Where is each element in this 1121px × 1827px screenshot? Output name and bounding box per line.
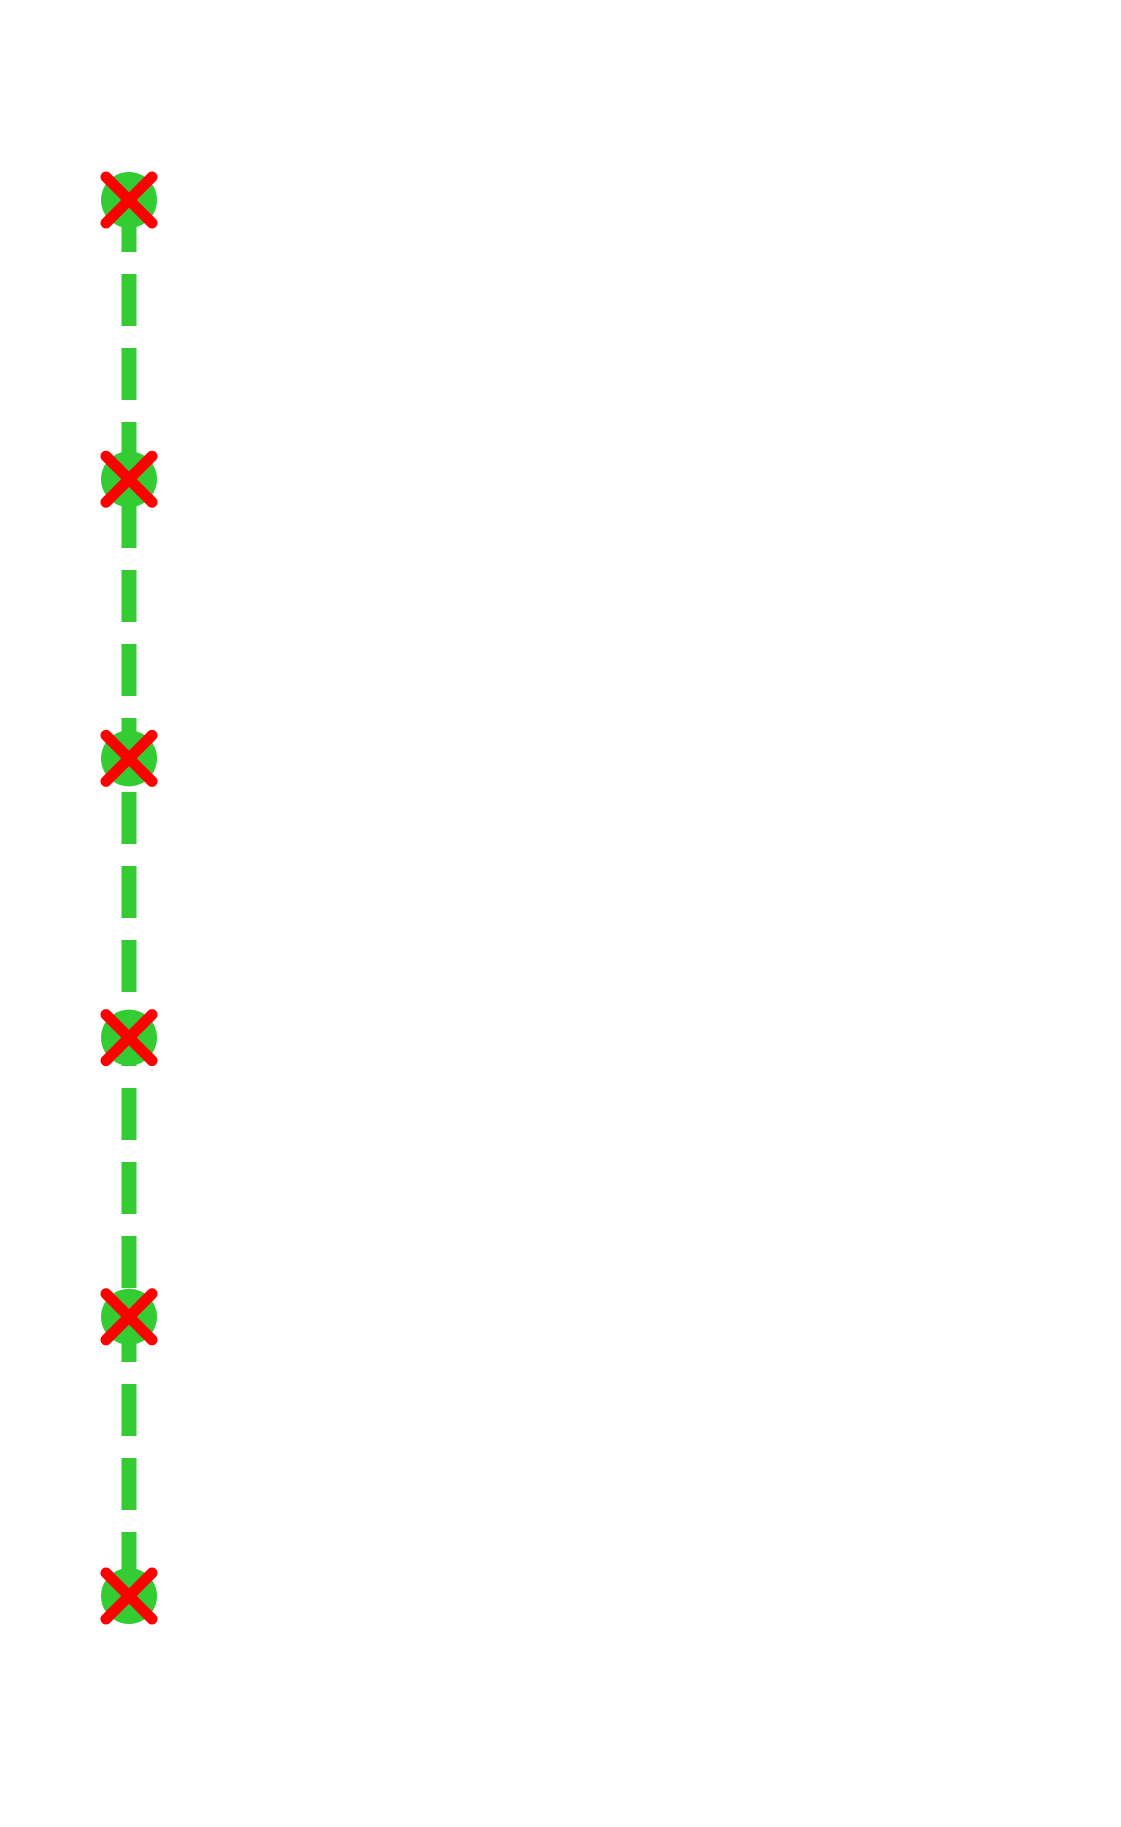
chart-background	[0, 0, 1121, 1827]
data-point	[100, 1567, 158, 1625]
chart-plot	[0, 0, 1121, 1827]
data-point	[100, 450, 158, 508]
data-point	[100, 1288, 158, 1346]
chart-container	[0, 0, 1121, 1827]
data-point	[100, 729, 158, 787]
data-point	[100, 1009, 158, 1067]
data-point	[100, 171, 158, 229]
